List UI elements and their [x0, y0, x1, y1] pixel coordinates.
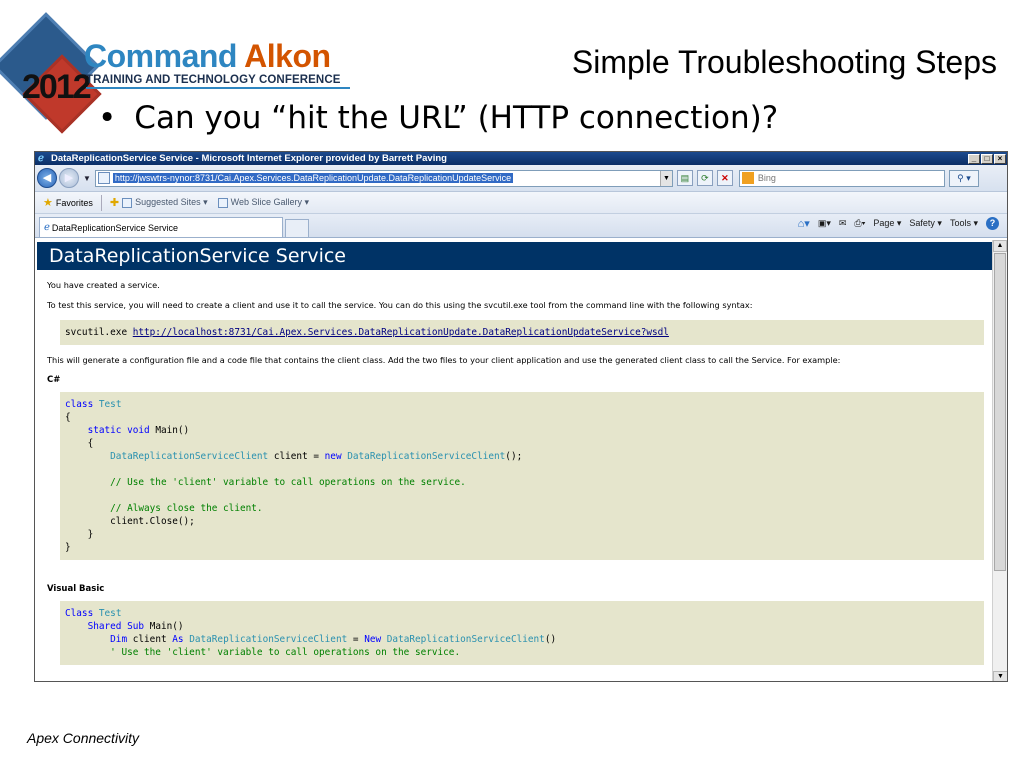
history-dropdown-icon[interactable]: ▼	[83, 174, 91, 183]
web-slice-label: Web Slice Gallery ▾	[230, 197, 310, 207]
window-title: DataReplicationService Service - Microso…	[51, 153, 447, 164]
created-text: You have created a service.	[47, 280, 160, 290]
suggested-sites-label: Suggested Sites ▾	[135, 197, 208, 207]
stop-icon[interactable]: ✕	[716, 170, 733, 186]
csharp-label: C#	[47, 375, 61, 385]
web-slice-icon	[217, 197, 228, 208]
logo-year: 2012	[22, 68, 92, 106]
minimize-button[interactable]: _	[968, 153, 980, 164]
page-menu[interactable]: Page ▾	[873, 218, 901, 229]
ie-window: ℯ DataReplicationService Service - Micro…	[34, 151, 1008, 682]
logo-brand-alkon: Alkon	[244, 38, 331, 74]
search-button[interactable]: ⚲ ▾	[948, 169, 979, 187]
tab-title: DataReplicationService Service	[51, 222, 178, 233]
compatibility-view-icon[interactable]: ▤	[676, 170, 693, 186]
home-icon[interactable]: ⌂▾	[798, 217, 810, 230]
slide-title: Simple Troubleshooting Steps	[571, 44, 997, 80]
forward-button[interactable]: ▶	[59, 168, 79, 188]
suggested-sites-icon	[122, 197, 133, 208]
wsdl-link[interactable]: http://localhost:8731/Cai.Apex.Services.…	[133, 327, 669, 338]
favorites-divider	[100, 194, 102, 211]
safety-menu[interactable]: Safety ▾	[909, 218, 942, 229]
suggested-sites-link[interactable]: Suggested Sites ▾	[122, 197, 208, 208]
logo-brand: Command Alkon	[84, 38, 331, 75]
csharp-code-block: class Test { static void Main() { DataRe…	[60, 392, 984, 560]
ie-logo-icon: ℯ	[38, 152, 44, 164]
mail-icon[interactable]: ✉	[839, 218, 847, 229]
url-dropdown-icon[interactable]: ▼	[659, 170, 672, 186]
new-tab-button[interactable]	[285, 219, 309, 237]
generate-text: This will generate a configuration file …	[47, 355, 841, 365]
vb-label: Visual Basic	[47, 584, 105, 594]
search-placeholder[interactable]: Bing	[758, 173, 776, 183]
vb-code-block: Class Test Shared Sub Main() Dim client …	[60, 601, 984, 665]
vertical-scrollbar[interactable]: ▲ ▼	[992, 240, 1007, 681]
bullet-dot: •	[98, 100, 117, 136]
page-content: You have created a service. To test this…	[35, 270, 993, 665]
favorites-button[interactable]: Favorites	[56, 198, 93, 208]
add-favorites-icon[interactable]: ✚	[110, 196, 119, 209]
logo-tagline: TRAINING AND TECHNOLOGY CONFERENCE	[86, 74, 341, 86]
favorites-star-icon: ★	[43, 197, 53, 209]
slide-footer: Apex Connectivity	[27, 730, 140, 746]
web-slice-gallery-link[interactable]: Web Slice Gallery ▾	[217, 197, 310, 208]
back-button[interactable]: ◀	[37, 168, 57, 188]
bing-icon	[741, 172, 754, 184]
tab-dataReplication-service[interactable]: ℯ DataReplicationService Service	[39, 217, 283, 237]
help-icon[interactable]: ?	[986, 217, 999, 230]
scroll-thumb[interactable]	[994, 253, 1006, 571]
tab-ie-icon: ℯ	[44, 222, 50, 233]
svcutil-code-block: svcutil.exe http://localhost:8731/Cai.Ap…	[60, 320, 984, 345]
logo-brand-command: Command	[84, 38, 237, 74]
page-icon	[97, 172, 110, 184]
window-titlebar: ℯ DataReplicationService Service - Micro…	[35, 152, 1007, 165]
favorites-bar: ★ Favorites ✚ Suggested Sites ▾ Web Slic…	[35, 192, 1007, 214]
maximize-button[interactable]: □	[981, 153, 993, 164]
test-instructions: To test this service, you will need to c…	[47, 300, 753, 310]
url-field[interactable]: http://jwswtrs-nynor:8731/Cai.Apex.Servi…	[94, 169, 673, 187]
page-viewport: DataReplicationService Service You have …	[35, 240, 993, 681]
refresh-icon[interactable]: ⟳	[696, 170, 713, 186]
search-field[interactable]: Bing	[738, 169, 945, 187]
address-bar: ◀ ▶ ▼ http://jwswtrs-nynor:8731/Cai.Apex…	[35, 165, 1007, 192]
command-bar: ⌂▾ ▣▾ ✉ ⎙▾ Page ▾ Safety ▾ Tools ▾ ?	[790, 217, 999, 230]
logo-underline	[86, 87, 350, 89]
service-heading: DataReplicationService Service	[37, 242, 993, 270]
scroll-down-arrow[interactable]: ▼	[993, 671, 1007, 681]
tools-menu[interactable]: Tools ▾	[950, 218, 978, 229]
slide-bullet: • Can you “hit the URL” (HTTP connection)…	[98, 100, 778, 136]
feeds-icon[interactable]: ▣▾	[818, 218, 831, 229]
tab-bar: ℯ DataReplicationService Service ⌂▾ ▣▾ ✉…	[35, 214, 1007, 238]
svcutil-command: svcutil.exe	[65, 327, 133, 338]
bullet-text: Can you “hit the URL” (HTTP connection)?	[134, 100, 779, 136]
url-value[interactable]: http://jwswtrs-nynor:8731/Cai.Apex.Servi…	[112, 173, 514, 183]
print-icon[interactable]: ⎙▾	[854, 218, 865, 229]
close-window-button[interactable]: ×	[994, 153, 1006, 164]
scroll-up-arrow[interactable]: ▲	[993, 240, 1007, 252]
